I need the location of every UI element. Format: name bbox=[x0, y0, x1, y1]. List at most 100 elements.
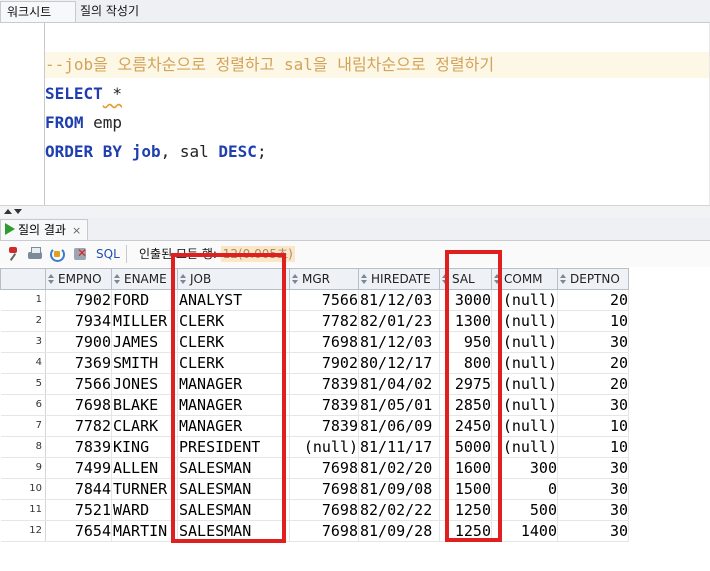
table-name: emp bbox=[83, 113, 123, 132]
refresh-icon[interactable] bbox=[50, 247, 65, 262]
table-row[interactable]: 3 7900 JAMES CLERK 7698 81/12/03 950 (null) 30 bbox=[0, 331, 629, 353]
cell-mgr[interactable]: 7566 bbox=[289, 289, 359, 311]
table-row[interactable]: 2 7934 MILLER CLERK 7782 82/01/23 1300 (null) 10 bbox=[0, 310, 629, 332]
sort-icon[interactable] bbox=[560, 274, 568, 284]
cell-empno[interactable]: 7566 bbox=[45, 373, 112, 395]
cell-ename[interactable]: KING bbox=[111, 436, 178, 458]
cell-deptno[interactable]: 30 bbox=[557, 394, 629, 416]
table-row[interactable]: 12 7654 MARTIN SALESMAN 7698 81/09/28 1250 1400… bbox=[0, 520, 629, 542]
cell-empno[interactable]: 7499 bbox=[45, 457, 112, 479]
cell-mgr[interactable]: 7698 bbox=[289, 478, 359, 500]
table-row[interactable]: 7 7782 CLARK MANAGER 7839 81/06/09 2450 (null) 1… bbox=[0, 415, 629, 437]
cell-empno[interactable]: 7902 bbox=[45, 289, 112, 311]
cell-deptno[interactable]: 30 bbox=[557, 457, 629, 479]
tab-query-builder[interactable]: 질의 작성기 bbox=[74, 1, 145, 21]
cell-empno[interactable]: 7521 bbox=[45, 499, 112, 521]
cell-mgr[interactable]: 7839 bbox=[289, 373, 359, 395]
cell-mgr[interactable]: (null) bbox=[289, 436, 359, 458]
cell-mgr[interactable]: 7839 bbox=[289, 415, 359, 437]
table-row[interactable]: 9 7499 ALLEN SALESMAN 7698 81/02/20 1600 300 30 bbox=[0, 457, 629, 479]
cell-ename[interactable]: JAMES bbox=[111, 331, 178, 353]
cell-ename[interactable]: ALLEN bbox=[111, 457, 178, 479]
cell-ename[interactable]: TURNER bbox=[111, 478, 178, 500]
table-row[interactable]: 4 7369 SMITH CLERK 7902 80/12/17 800 (null) 20 bbox=[0, 352, 629, 374]
cell-empno[interactable]: 7369 bbox=[45, 352, 112, 374]
column-header-deptno[interactable]: DEPTNO bbox=[557, 268, 629, 290]
tab-worksheet[interactable]: 워크시트 bbox=[0, 1, 76, 22]
cell-hiredate[interactable]: 81/12/03 bbox=[358, 289, 440, 311]
cell-hiredate[interactable]: 81/11/17 bbox=[358, 436, 440, 458]
cell-deptno[interactable]: 10 bbox=[557, 415, 629, 437]
table-row[interactable]: 10 7844 TURNER SALESMAN 7698 81/09/08 1500 0 30 bbox=[0, 478, 629, 500]
cell-deptno[interactable]: 20 bbox=[557, 289, 629, 311]
cell-mgr[interactable]: 7698 bbox=[289, 457, 359, 479]
cell-empno[interactable]: 7654 bbox=[45, 520, 112, 542]
print-icon[interactable] bbox=[28, 247, 42, 261]
cell-hiredate[interactable]: 81/09/28 bbox=[358, 520, 440, 542]
close-tab-icon[interactable]: × bbox=[72, 224, 81, 237]
cell-mgr[interactable]: 7698 bbox=[289, 499, 359, 521]
cell-hiredate[interactable]: 80/12/17 bbox=[358, 352, 440, 374]
cell-ename[interactable]: FORD bbox=[111, 289, 178, 311]
cell-empno[interactable]: 7698 bbox=[45, 394, 112, 416]
code-line-select: SELECT * bbox=[45, 81, 122, 107]
collapse-up-icon[interactable] bbox=[4, 209, 12, 214]
row-number: 4 bbox=[0, 352, 46, 374]
semicolon: ; bbox=[256, 142, 267, 161]
cell-hiredate[interactable]: 81/09/08 bbox=[358, 478, 440, 500]
cell-deptno[interactable]: 30 bbox=[557, 331, 629, 353]
pane-splitter[interactable] bbox=[0, 205, 710, 219]
cell-mgr[interactable]: 7698 bbox=[289, 331, 359, 353]
sort-icon[interactable] bbox=[361, 274, 369, 284]
sql-button[interactable]: SQL bbox=[96, 246, 120, 262]
cell-deptno[interactable]: 10 bbox=[557, 436, 629, 458]
column-header-mgr[interactable]: MGR bbox=[289, 268, 359, 290]
tab-query-result[interactable]: 질의 결과 × bbox=[0, 219, 89, 240]
cell-deptno[interactable]: 10 bbox=[557, 310, 629, 332]
cell-ename[interactable]: WARD bbox=[111, 499, 178, 521]
cell-deptno[interactable]: 30 bbox=[557, 520, 629, 542]
cell-hiredate[interactable]: 81/02/20 bbox=[358, 457, 440, 479]
cell-deptno[interactable]: 20 bbox=[557, 352, 629, 374]
cell-ename[interactable]: BLAKE bbox=[111, 394, 178, 416]
cell-hiredate[interactable]: 81/04/02 bbox=[358, 373, 440, 395]
cancel-fetch-icon[interactable] bbox=[74, 246, 88, 261]
cell-ename[interactable]: JONES bbox=[111, 373, 178, 395]
collapse-down-icon[interactable] bbox=[14, 209, 22, 214]
cell-ename[interactable]: MILLER bbox=[111, 310, 178, 332]
column-header-hiredate[interactable]: HIREDATE bbox=[358, 268, 440, 290]
table-row[interactable]: 5 7566 JONES MANAGER 7839 81/04/02 2975 (null) 2… bbox=[0, 373, 629, 395]
column-header-ename[interactable]: ENAME bbox=[111, 268, 178, 290]
cell-empno[interactable]: 7782 bbox=[45, 415, 112, 437]
cell-hiredate[interactable]: 81/12/03 bbox=[358, 331, 440, 353]
cell-ename[interactable]: MARTIN bbox=[111, 520, 178, 542]
cell-hiredate[interactable]: 81/06/09 bbox=[358, 415, 440, 437]
sql-editor[interactable]: --job을 오름차순으로 정렬하고 sal을 내림차순으로 정렬하기 SELE… bbox=[0, 23, 710, 205]
cell-hiredate[interactable]: 82/01/23 bbox=[358, 310, 440, 332]
cell-ename[interactable]: SMITH bbox=[111, 352, 178, 374]
cell-mgr[interactable]: 7839 bbox=[289, 394, 359, 416]
cell-empno[interactable]: 7844 bbox=[45, 478, 112, 500]
sort-icon[interactable] bbox=[292, 274, 300, 284]
table-row[interactable]: 6 7698 BLAKE MANAGER 7839 81/05/01 2850 (null) 3… bbox=[0, 394, 629, 416]
table-row[interactable]: 11 7521 WARD SALESMAN 7698 82/02/22 1250 500 30 bbox=[0, 499, 629, 521]
cell-mgr[interactable]: 7902 bbox=[289, 352, 359, 374]
pin-icon[interactable] bbox=[6, 247, 20, 261]
cell-hiredate[interactable]: 82/02/22 bbox=[358, 499, 440, 521]
cell-empno[interactable]: 7900 bbox=[45, 331, 112, 353]
cell-hiredate[interactable]: 81/05/01 bbox=[358, 394, 440, 416]
cell-mgr[interactable]: 7698 bbox=[289, 520, 359, 542]
cell-mgr[interactable]: 7782 bbox=[289, 310, 359, 332]
table-row[interactable]: 8 7839 KING PRESIDENT (null) 81/11/17 5000 (nul… bbox=[0, 436, 629, 458]
cell-ename[interactable]: CLARK bbox=[111, 415, 178, 437]
sort-icon[interactable] bbox=[114, 274, 122, 284]
cell-deptno[interactable]: 30 bbox=[557, 478, 629, 500]
column-header-empno[interactable]: EMPNO bbox=[45, 268, 112, 290]
cell-deptno[interactable]: 30 bbox=[557, 499, 629, 521]
cell-empno[interactable]: 7934 bbox=[45, 310, 112, 332]
table-row[interactable]: 1 7902 FORD ANALYST 7566 81/12/03 3000 (null) 20 bbox=[0, 289, 629, 311]
sort-icon[interactable] bbox=[48, 274, 56, 284]
cell-deptno[interactable]: 20 bbox=[557, 373, 629, 395]
cell-empno[interactable]: 7839 bbox=[45, 436, 112, 458]
results-grid[interactable]: EMPNO ENAME JOB MGR HIREDATE SAL COMM DE… bbox=[0, 268, 710, 542]
